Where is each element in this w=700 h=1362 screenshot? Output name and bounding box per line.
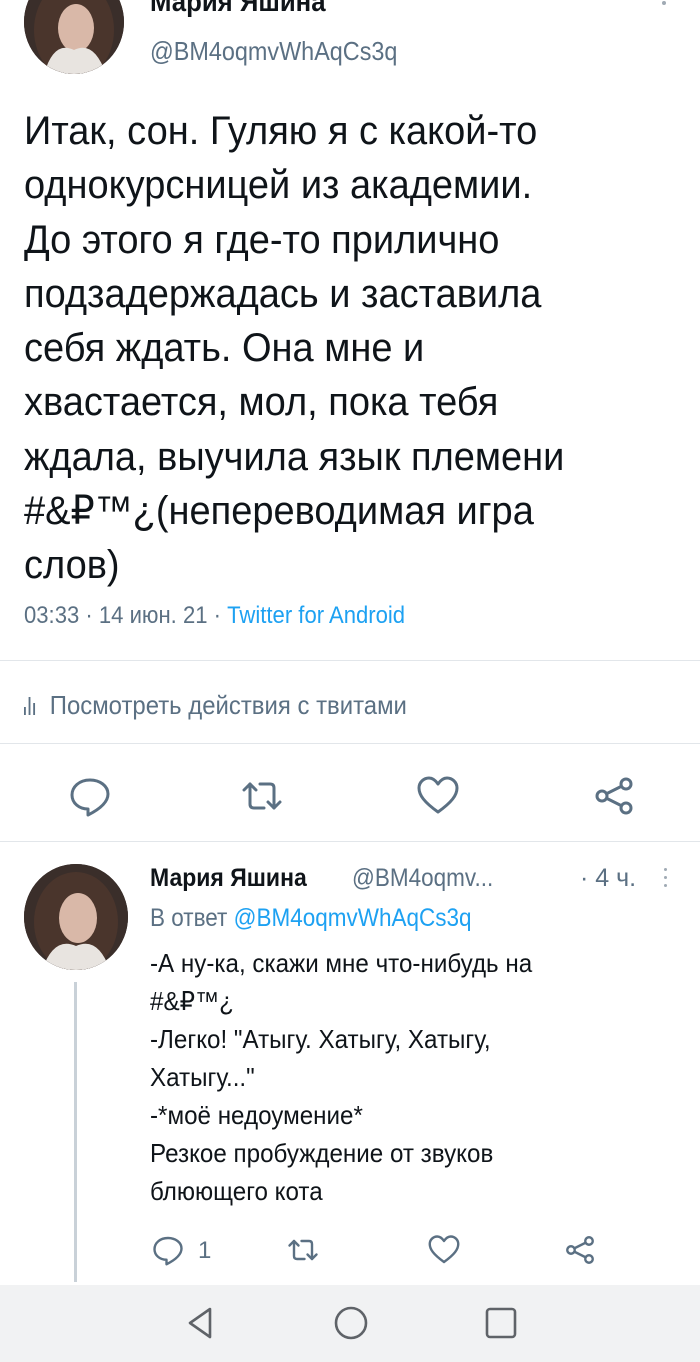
- divider: [0, 660, 700, 661]
- divider: [0, 743, 700, 744]
- home-circle-icon[interactable]: [331, 1303, 371, 1343]
- meta-separator: ·: [213, 602, 222, 629]
- view-tweet-activity-link[interactable]: Посмотреть действия с твитами: [24, 690, 407, 721]
- back-triangle-icon[interactable]: [180, 1303, 220, 1343]
- reply-text: -А ну-ка, скажи мне что-нибудь на #&₽™¿ …: [150, 948, 533, 1206]
- author-name[interactable]: Мария Яшина: [150, 0, 326, 18]
- tweet-meta: 03:33 · 14 июн. 21 · Twitter for Android: [24, 602, 405, 630]
- tweet-client-link[interactable]: Twitter for Android: [227, 602, 405, 629]
- share-icon[interactable]: [590, 772, 638, 820]
- tweet-text: Итак, сон. Гуляю я с какой-то однокурсни…: [24, 109, 565, 588]
- tweet-time: 03:33: [24, 602, 80, 629]
- like-icon[interactable]: [414, 772, 462, 820]
- system-navigation-bar: [0, 1285, 700, 1362]
- tweet-date: 14 июн. 21: [98, 602, 208, 629]
- reply-time[interactable]: · 4 ч.: [580, 864, 636, 893]
- avatar-photo: [24, 864, 128, 970]
- author-handle[interactable]: @BM4oqmvWhAqCs3q: [150, 36, 397, 67]
- reply-author-name[interactable]: Мария Яшина: [150, 864, 307, 893]
- share-icon[interactable]: [562, 1232, 598, 1268]
- activity-label: Посмотреть действия с твитами: [49, 690, 407, 720]
- meta-separator: ·: [85, 602, 93, 629]
- analytics-icon: [24, 697, 37, 715]
- reply-author-handle[interactable]: @BM4oqmv...: [352, 864, 493, 893]
- reply-prefix: В ответ: [150, 904, 228, 932]
- retweet-icon[interactable]: [285, 1232, 321, 1268]
- avatar-photo: [24, 0, 124, 74]
- reply-icon[interactable]: [66, 772, 114, 820]
- more-options-icon[interactable]: [654, 0, 674, 20]
- recents-square-icon[interactable]: [481, 1303, 521, 1343]
- divider: [0, 841, 700, 842]
- reply-author-avatar[interactable]: [24, 864, 128, 970]
- author-avatar[interactable]: [24, 0, 124, 74]
- reply-mention-link[interactable]: @BM4oqmvWhAqCs3q: [234, 904, 472, 932]
- like-icon[interactable]: [426, 1232, 462, 1268]
- thread-line: [74, 982, 77, 1282]
- retweet-icon[interactable]: [238, 772, 286, 820]
- reply-count: 1: [198, 1237, 212, 1264]
- replying-to: В ответ @BM4oqmvWhAqCs3q: [150, 904, 472, 933]
- more-options-icon[interactable]: [656, 866, 676, 890]
- reply-icon[interactable]: [150, 1232, 186, 1268]
